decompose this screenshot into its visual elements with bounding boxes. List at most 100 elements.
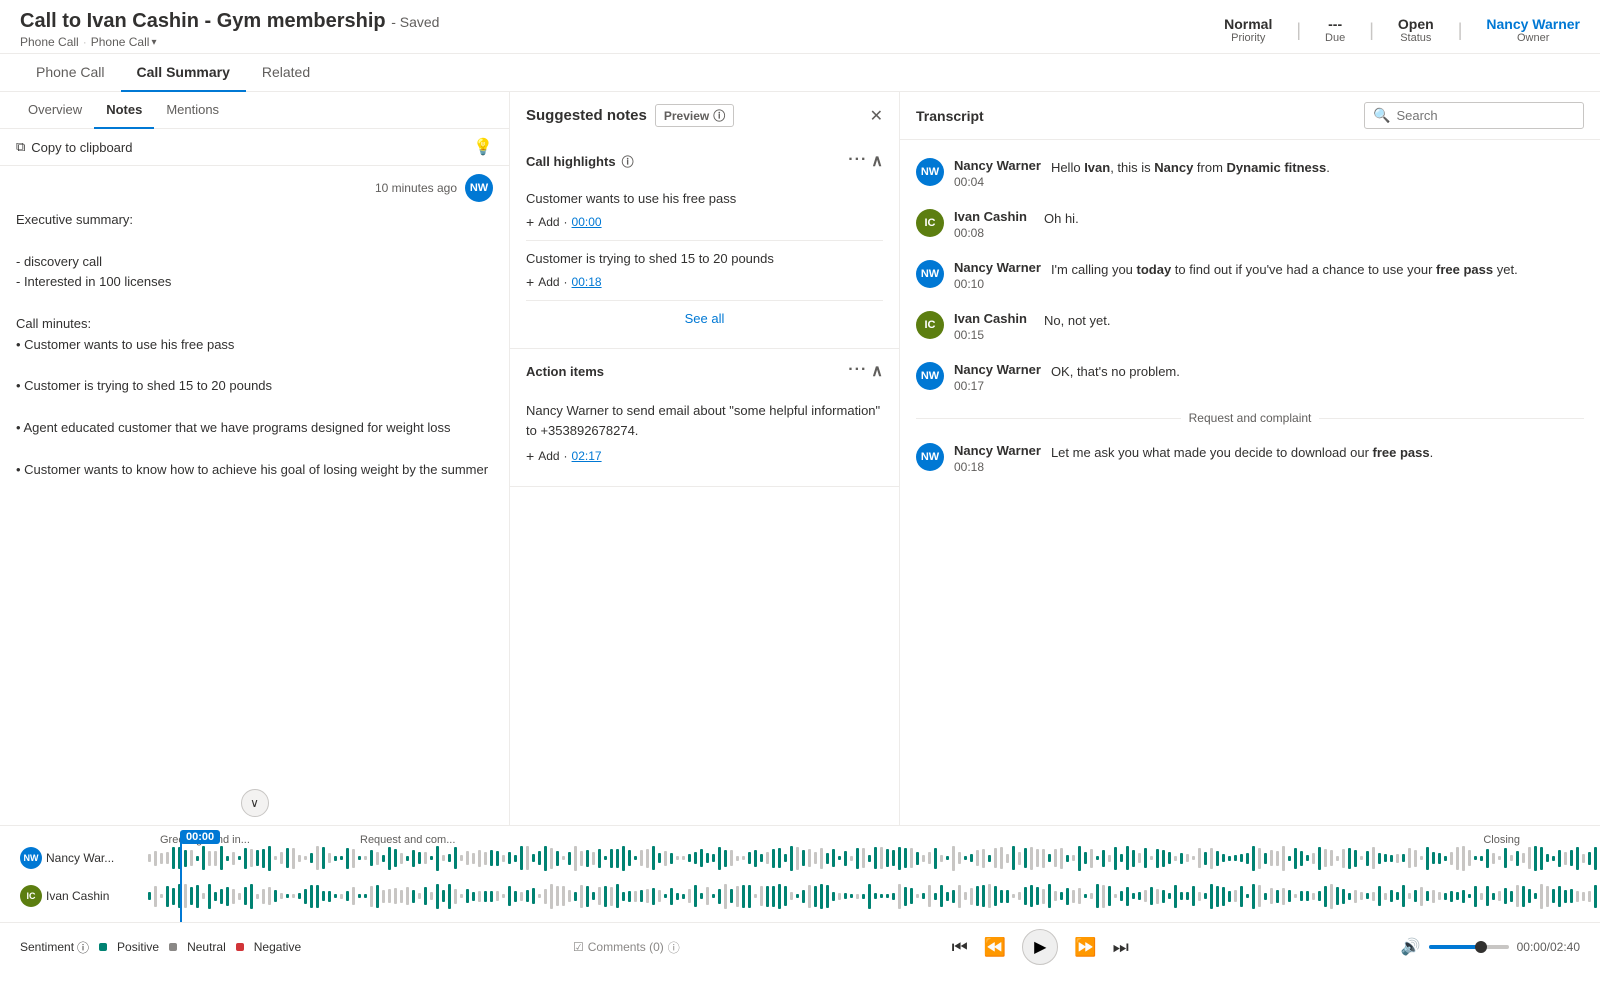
sub-tab-overview[interactable]: Overview xyxy=(16,92,94,129)
waveform-bar xyxy=(982,885,985,907)
waveform-bar xyxy=(892,850,895,866)
volume-section: 🔊 00:00/02:40 xyxy=(1401,937,1580,957)
waveform-bar xyxy=(154,886,157,907)
call-highlights-collapse-button[interactable]: ∧ xyxy=(871,151,883,171)
waveform-bar xyxy=(1420,856,1423,860)
waveform-bar xyxy=(652,846,655,870)
sentiment-section: Sentiment ⓘ Positive Neutral Negative xyxy=(20,939,301,956)
waveform-bar xyxy=(496,891,499,901)
tab-related[interactable]: Related xyxy=(246,54,326,92)
bulb-icon[interactable]: 💡 xyxy=(473,137,493,157)
waveform-bar xyxy=(1072,855,1075,861)
transcript-search-input[interactable] xyxy=(1396,108,1575,123)
owner-label: Owner xyxy=(1486,32,1580,44)
speaker-name-2: Ivan Cashin xyxy=(954,209,1034,224)
tab-call-summary[interactable]: Call Summary xyxy=(121,54,246,92)
waveform-bar xyxy=(628,850,631,866)
waveform-bar xyxy=(736,886,739,907)
add-highlight-2-button[interactable]: + Add · 00:18 xyxy=(526,274,883,290)
volume-slider[interactable] xyxy=(1429,945,1509,949)
current-time: 00:00 xyxy=(1517,940,1547,954)
waveform-bar xyxy=(1018,892,1021,900)
waveform-bar xyxy=(712,894,715,898)
tab-phone-call[interactable]: Phone Call xyxy=(20,54,121,92)
add-label-1: Add xyxy=(538,215,559,229)
mid-panel: Suggested notes Preview ⓘ ✕ Call highlig… xyxy=(510,92,900,825)
waveform-bar xyxy=(1276,851,1279,866)
waveform-bar xyxy=(298,855,301,862)
waveform-bar xyxy=(418,852,421,864)
preview-badge[interactable]: Preview ⓘ xyxy=(655,104,734,127)
waveform-bar xyxy=(1186,854,1189,862)
transcript-search-box[interactable]: 🔍 xyxy=(1364,102,1584,129)
waveform-bar xyxy=(1522,853,1525,863)
waveform-bar xyxy=(1192,856,1195,860)
highlight-time-1[interactable]: 00:00 xyxy=(572,215,602,229)
waveform-bar xyxy=(520,892,523,901)
waveform-bar xyxy=(256,894,259,899)
suggested-notes-header: Suggested notes Preview ⓘ ✕ xyxy=(510,92,899,139)
see-all-button[interactable]: See all xyxy=(526,301,883,336)
separator-1: · xyxy=(564,215,568,229)
close-suggested-notes-button[interactable]: ✕ xyxy=(870,106,883,126)
call-highlights-info-icon[interactable]: ⓘ xyxy=(622,153,634,170)
subtitle-dropdown[interactable]: Phone Call ▾ xyxy=(91,35,157,49)
scroll-down-button[interactable]: ∨ xyxy=(241,789,269,817)
waveform-bar xyxy=(202,846,205,870)
call-highlights-more-button[interactable]: ··· xyxy=(848,151,867,171)
waveform-bar xyxy=(700,849,703,867)
waveform-bar xyxy=(1558,886,1561,907)
waveform-bar xyxy=(316,885,319,908)
skip-end-button[interactable]: ⏭ xyxy=(1113,937,1129,958)
waveform-bars-ic[interactable] xyxy=(148,880,1600,912)
comments-section[interactable]: ☑ Comments (0) ⓘ xyxy=(573,939,680,956)
copy-to-clipboard-button[interactable]: ⧉ Copy to clipboard xyxy=(16,139,132,155)
waveform-bar xyxy=(376,885,379,908)
waveform-bar xyxy=(322,891,325,901)
preview-info-icon: ⓘ xyxy=(713,107,725,124)
waveform-bar xyxy=(736,856,739,861)
waveform-bar xyxy=(706,853,709,863)
waveform-bar xyxy=(934,893,937,900)
waveform-bar xyxy=(1102,850,1105,867)
fast-forward-button[interactable]: ⏩ xyxy=(1074,937,1096,958)
action-items-title: Action items ··· ∧ xyxy=(526,361,883,381)
play-button[interactable]: ▶ xyxy=(1022,929,1058,965)
action-items-more-button[interactable]: ··· xyxy=(848,361,867,381)
speaker-name-6: Nancy Warner xyxy=(954,443,1041,458)
add-highlight-1-button[interactable]: + Add · 00:00 xyxy=(526,214,883,230)
sub-tab-mentions[interactable]: Mentions xyxy=(154,92,231,129)
waveform-bar xyxy=(1240,854,1243,862)
waveform-bar xyxy=(346,848,349,869)
waveform-bar xyxy=(682,894,685,899)
transcript-entry-1: NW Nancy Warner 00:04 Hello Ivan, this i… xyxy=(900,148,1600,199)
transcript-section-divider: Request and complaint xyxy=(900,403,1600,433)
waveform-bar xyxy=(880,894,883,898)
action-time-1[interactable]: 02:17 xyxy=(572,449,602,463)
waveform-label-ic: IC Ivan Cashin xyxy=(20,885,140,907)
waveform-bar xyxy=(1312,893,1315,900)
speaker-info-2: Ivan Cashin 00:08 xyxy=(954,209,1034,240)
waveform-bar xyxy=(1414,850,1417,867)
skip-back-button[interactable]: ⏮ xyxy=(952,937,968,958)
waveform-bar xyxy=(1000,847,1003,869)
waveform-bars-nw[interactable] xyxy=(148,842,1600,874)
sub-tab-notes[interactable]: Notes xyxy=(94,92,154,129)
add-action-1-button[interactable]: + Add · 02:17 xyxy=(526,448,883,464)
waveform-bar xyxy=(760,886,763,906)
waveform-bar xyxy=(1318,847,1321,870)
waveform-bar xyxy=(688,854,691,862)
waveform-bar xyxy=(466,851,469,865)
waveform-bar xyxy=(1192,886,1195,906)
waveform-bar xyxy=(238,893,241,900)
waveform-bar xyxy=(1342,889,1345,904)
waveform-bar xyxy=(214,851,217,866)
rewind-button[interactable]: ⏪ xyxy=(984,937,1006,958)
highlight-time-2[interactable]: 00:18 xyxy=(572,275,602,289)
waveform-row-ic: IC Ivan Cashin xyxy=(20,880,1580,912)
waveform-bar xyxy=(328,891,331,902)
action-items-collapse-button[interactable]: ∧ xyxy=(871,361,883,381)
waveform-bar xyxy=(562,856,565,860)
waveform-bar xyxy=(1252,846,1255,871)
waveform-bar xyxy=(850,894,853,898)
